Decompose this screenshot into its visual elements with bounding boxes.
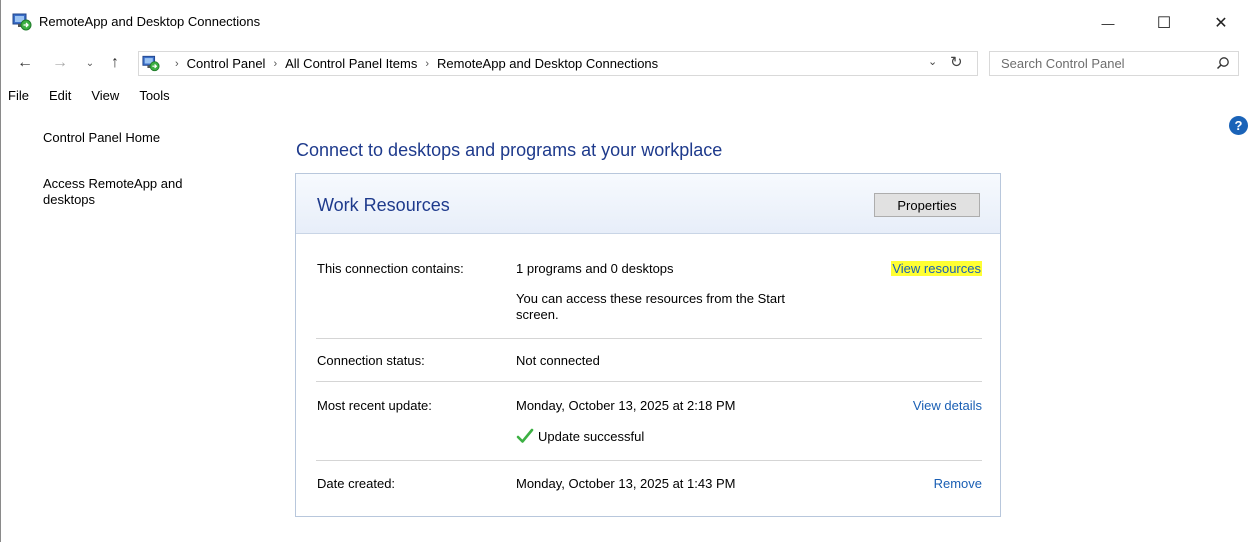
row-value-created: Monday, October 13, 2025 at 1:43 PM: [516, 476, 736, 491]
window-title: RemoteApp and Desktop Connections: [39, 14, 261, 29]
breadcrumb-remoteapp[interactable]: RemoteApp and Desktop Connections: [437, 56, 658, 72]
breadcrumb-control-panel[interactable]: Control Panel: [187, 56, 266, 72]
minimize-button[interactable]: —: [1085, 8, 1131, 38]
view-resources-link[interactable]: View resources: [891, 261, 982, 276]
breadcrumb-separator-icon: ›: [273, 58, 278, 70]
update-status-text: Update successful: [538, 429, 645, 444]
menu-tools[interactable]: Tools: [139, 88, 169, 108]
window-left-border: [0, 0, 1, 542]
navigation-bar: ← → ⌄ ↑ › Control Panel › All Control Pa…: [0, 48, 1253, 80]
search-box: [989, 51, 1239, 76]
row-label-status: Connection status:: [317, 353, 425, 368]
remoteapp-icon: [142, 55, 160, 72]
menu-bar: File Edit View Tools: [0, 88, 170, 108]
address-dropdown-chevron-icon[interactable]: ⌄: [928, 55, 937, 68]
row-divider: [316, 460, 982, 461]
work-resources-panel: Work Resources Properties This connectio…: [295, 173, 1001, 517]
row-label-created: Date created:: [317, 476, 396, 491]
row-divider: [316, 338, 982, 339]
address-bar[interactable]: › Control Panel › All Control Panel Item…: [138, 51, 978, 76]
breadcrumb: › Control Panel › All Control Panel Item…: [167, 56, 658, 72]
view-details-link[interactable]: View details: [913, 398, 982, 413]
refresh-icon[interactable]: ↻: [950, 53, 963, 71]
sidebar-item-access-remoteapp[interactable]: Access RemoteApp and desktops: [43, 176, 213, 208]
forward-arrow-icon[interactable]: →: [51, 54, 69, 72]
checkmark-icon: [516, 428, 534, 443]
row-label-update: Most recent update:: [317, 398, 432, 413]
row-label-contains: This connection contains:: [317, 261, 464, 276]
close-button[interactable]: ✕: [1198, 8, 1244, 38]
row-value-update: Monday, October 13, 2025 at 2:18 PM: [516, 398, 736, 413]
row-value-contains: 1 programs and 0 desktops: [516, 261, 674, 276]
search-icon[interactable]: [1216, 56, 1230, 70]
maximize-button[interactable]: ☐: [1141, 8, 1187, 38]
breadcrumb-separator-icon: ›: [175, 58, 179, 70]
back-arrow-icon[interactable]: ←: [16, 54, 34, 72]
panel-header: Work Resources Properties: [296, 174, 1000, 234]
breadcrumb-all-items[interactable]: All Control Panel Items: [285, 56, 417, 72]
row-divider: [316, 381, 982, 382]
page-title: Connect to desktops and programs at your…: [296, 140, 723, 160]
menu-file[interactable]: File: [8, 88, 29, 108]
panel-title: Work Resources: [317, 195, 450, 215]
recent-locations-chevron-icon[interactable]: ⌄: [81, 54, 99, 72]
breadcrumb-separator-icon: ›: [425, 58, 430, 70]
sidebar-item-control-panel-home[interactable]: Control Panel Home: [43, 130, 233, 146]
search-input[interactable]: [990, 52, 1221, 75]
view-resources-link-text[interactable]: View resources: [891, 261, 982, 276]
row-value-status: Not connected: [516, 353, 600, 368]
properties-button[interactable]: Properties: [874, 193, 980, 217]
menu-view[interactable]: View: [91, 88, 119, 108]
row-detail-contains: You can access these resources from the …: [516, 291, 786, 322]
remove-link[interactable]: Remove: [934, 476, 982, 491]
remoteapp-icon: [12, 13, 32, 31]
help-icon[interactable]: ?: [1229, 116, 1248, 135]
up-arrow-icon[interactable]: ↑: [106, 54, 124, 72]
menu-edit[interactable]: Edit: [49, 88, 71, 108]
title-bar: RemoteApp and Desktop Connections — ☐ ✕: [0, 0, 1253, 44]
